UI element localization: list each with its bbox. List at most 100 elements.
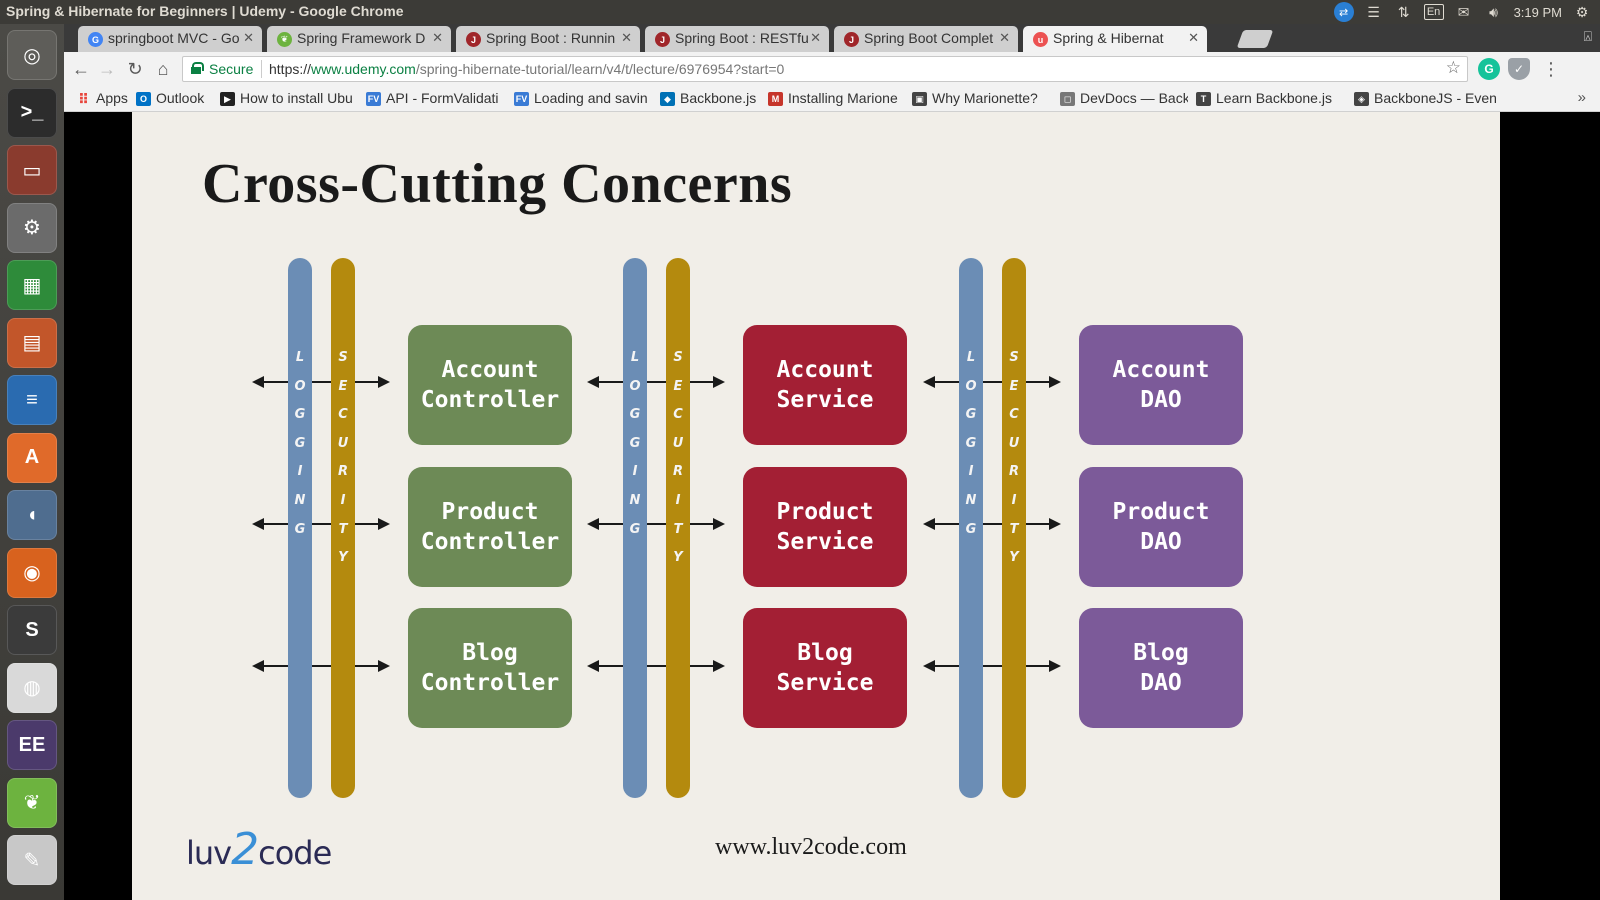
tab-6[interactable]: u Spring & Hibernat ✕ xyxy=(1023,26,1207,52)
indicator-menu-icon[interactable]: ☰ xyxy=(1364,3,1384,21)
arrow-line xyxy=(931,381,1053,383)
luv2code-logo: luv2code xyxy=(186,824,332,875)
bookmark-label: DevDocs — Backb xyxy=(1080,90,1188,106)
profile-icon[interactable]: ⍓ xyxy=(1584,28,1592,45)
launcher-eclipse-java-ee-icon[interactable]: EE xyxy=(7,720,57,770)
bidirectional-arrow xyxy=(252,658,390,674)
tab-2[interactable]: ❦ Spring Framework D ✕ xyxy=(267,26,451,52)
tab-3[interactable]: J Spring Boot : Runnin ✕ xyxy=(456,26,640,52)
tab-title: Spring Boot : Runnin xyxy=(486,30,616,46)
arrowhead-left-icon xyxy=(252,376,264,388)
logging-bar-2: LOGGING xyxy=(623,258,647,798)
arrow-line xyxy=(595,523,717,525)
grammarly-extension-icon[interactable]: G xyxy=(1478,58,1500,80)
arrowhead-right-icon xyxy=(378,376,390,388)
bookmark-label: API - FormValidati xyxy=(386,90,499,106)
launcher-calc-spreadsheet-icon[interactable]: ▦ xyxy=(7,260,57,310)
adblock-shield-icon[interactable]: ✓ xyxy=(1508,58,1530,80)
tab-close-icon[interactable]: ✕ xyxy=(243,30,254,46)
launcher-chrome-icon[interactable]: ◍ xyxy=(7,662,57,713)
bookmark-4[interactable]: FV API - FormValidati xyxy=(366,90,506,106)
launcher-system-settings-icon[interactable]: ⚙ xyxy=(7,202,57,253)
address-bar[interactable]: Secure https://www.udemy.com/spring-hibe… xyxy=(182,56,1468,82)
back-arrow-icon[interactable]: ← xyxy=(70,58,92,80)
clock[interactable]: 3:19 PM xyxy=(1514,5,1562,20)
security-bar-label: SECURITY xyxy=(672,350,684,566)
chrome-menu-icon[interactable]: ⋮ xyxy=(1540,58,1562,80)
bidirectional-arrow xyxy=(923,516,1061,532)
tab-4[interactable]: J Spring Boot : RESTfu ✕ xyxy=(645,26,829,52)
logging-bar-3: LOGGING xyxy=(959,258,983,798)
launcher-terminal-icon[interactable]: >_ xyxy=(7,87,57,138)
url-text[interactable]: https://www.udemy.com/spring-hibernate-t… xyxy=(269,61,784,77)
arrowhead-left-icon xyxy=(252,518,264,530)
tab-close-icon[interactable]: ✕ xyxy=(1188,30,1199,46)
network-transfer-icon[interactable]: ⇅ xyxy=(1394,3,1414,21)
launcher-spring-tool-suite-icon[interactable]: ❦ xyxy=(7,777,57,828)
tab-1[interactable]: Gspringboot MVC - Go ✕ xyxy=(78,26,262,52)
launcher-pgadmin-elephant-icon[interactable]: ◖ xyxy=(7,490,57,540)
tab-close-icon[interactable]: ✕ xyxy=(432,30,443,46)
lecture-slide: Cross-Cutting Concerns luv2code www.luv2… xyxy=(132,112,1500,900)
launcher-text-editor-icon[interactable]: ✎ xyxy=(7,835,57,885)
launcher-writer-document-icon[interactable]: ≡ xyxy=(7,375,57,425)
launcher-impress-presentation-icon[interactable]: ▤ xyxy=(7,317,57,368)
tab-favicon-icon: J xyxy=(466,32,481,47)
bookmark-6[interactable]: ◆ Backbone.js xyxy=(660,90,760,106)
logo-suffix: code xyxy=(258,834,332,872)
page-viewport: Cross-Cutting Concerns luv2code www.luv2… xyxy=(64,112,1600,900)
bookmark-11[interactable]: ◈ BackboneJS - Even xyxy=(1354,90,1504,106)
teamviewer-icon[interactable]: ⇄ xyxy=(1333,2,1354,22)
tab-5[interactable]: J Spring Boot Complet ✕ xyxy=(834,26,1018,52)
launcher-software-center-icon[interactable]: A xyxy=(7,432,57,483)
dao-box: Blog DAO xyxy=(1079,608,1243,728)
arrow-line xyxy=(931,523,1053,525)
bookmarks-overflow-chevron-icon[interactable]: » xyxy=(1578,89,1586,106)
bookmark-7[interactable]: M Installing Marione xyxy=(768,90,904,106)
tab-title: Spring Boot : RESTfu xyxy=(675,30,809,46)
arrowhead-right-icon xyxy=(1049,518,1061,530)
system-tray: ⇄ ☰ ⇅ En ✉ 🔊︎ 3:19 PM ⚙ xyxy=(1333,2,1592,22)
home-icon[interactable]: ⌂ xyxy=(152,58,174,80)
arrowhead-left-icon xyxy=(923,518,935,530)
reload-icon[interactable]: ↻ xyxy=(124,58,146,80)
logging-bar-label: LOGGING xyxy=(294,350,306,537)
launcher-sublime-text-icon[interactable]: S xyxy=(7,605,57,655)
arrowhead-left-icon xyxy=(923,376,935,388)
tab-close-icon[interactable]: ✕ xyxy=(999,30,1010,46)
forward-arrow-icon[interactable]: → xyxy=(96,58,118,80)
bookmark-10[interactable]: T Learn Backbone.js xyxy=(1196,90,1344,106)
footer-url: www.luv2code.com xyxy=(715,834,907,860)
security-bar-label: SECURITY xyxy=(337,350,349,566)
bookmark-3[interactable]: ▶ How to install Ubu xyxy=(220,90,360,106)
bookmark-8[interactable]: ▣ Why Marionette? xyxy=(912,90,1052,106)
keyboard-layout-indicator[interactable]: En xyxy=(1423,4,1444,20)
arrowhead-left-icon xyxy=(587,660,599,672)
session-gear-icon[interactable]: ⚙ xyxy=(1572,3,1592,21)
bidirectional-arrow xyxy=(587,374,725,390)
launcher-ubuntu-dash-icon[interactable]: ◎ xyxy=(7,30,57,80)
mail-icon[interactable]: ✉ xyxy=(1454,3,1474,21)
security-bar-2: SECURITY xyxy=(666,258,690,798)
ubuntu-top-panel: Spring & Hibernate for Beginners | Udemy… xyxy=(0,0,1600,24)
bookmark-9[interactable]: ◻ DevDocs — Backb xyxy=(1060,90,1188,106)
arrow-line xyxy=(595,665,717,667)
arrow-line xyxy=(260,665,382,667)
tab-close-icon[interactable]: ✕ xyxy=(810,30,821,46)
bookmark--icon: ◻ xyxy=(1060,92,1075,106)
new-tab-button[interactable] xyxy=(1236,30,1274,48)
bookmark-5[interactable]: FV Loading and savin xyxy=(514,90,654,106)
bookmark-star-icon[interactable]: ☆ xyxy=(1446,58,1461,78)
tab-favicon-icon: J xyxy=(844,32,859,47)
bookmark-t-icon: T xyxy=(1196,92,1211,106)
bookmark-1[interactable]: ⠿ Apps xyxy=(76,90,131,106)
launcher-files-icon[interactable]: ▭ xyxy=(7,145,57,195)
tab-close-icon[interactable]: ✕ xyxy=(621,30,632,46)
controller-box: Account Controller xyxy=(408,325,572,445)
browser-toolbar: ← → ↻ ⌂ Secure https://www.udemy.com/spr… xyxy=(64,52,1600,86)
arrowhead-right-icon xyxy=(713,376,725,388)
bookmark-2[interactable]: O Outlook xyxy=(136,90,214,106)
url-scheme: https:// xyxy=(269,61,312,77)
volume-icon[interactable]: 🔊︎ xyxy=(1484,3,1504,21)
launcher-firefox-icon[interactable]: ◉ xyxy=(7,547,57,598)
